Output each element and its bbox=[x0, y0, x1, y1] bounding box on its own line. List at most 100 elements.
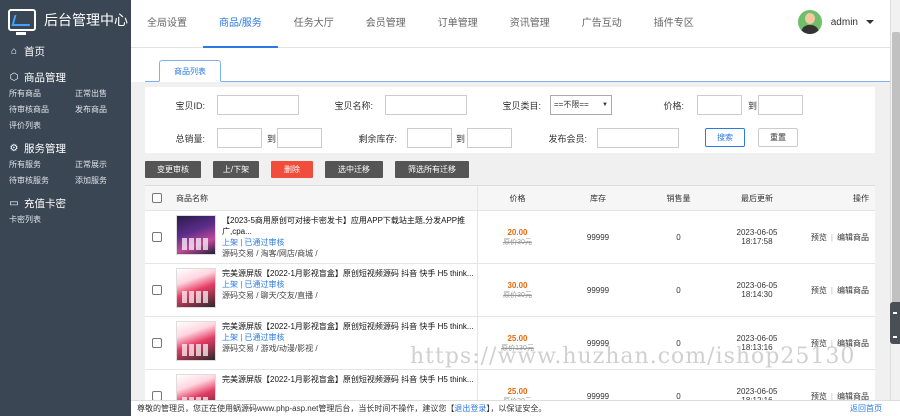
sidebar-link[interactable]: 正常出售 bbox=[75, 88, 135, 99]
product-sales: 0 bbox=[676, 285, 681, 295]
sidebar-section-card[interactable]: ▭ 充值卡密 bbox=[0, 192, 131, 214]
table-header: 商品名称 价格 库存 销售量 最后更新 操作 bbox=[145, 186, 875, 211]
product-title[interactable]: 完美源屏版【2022-1月影视盲盒】原创短视频源码 抖音 快手 H5 think… bbox=[222, 321, 474, 332]
original-price: 原价30元 bbox=[503, 291, 532, 299]
preview-link[interactable]: 预览 bbox=[811, 233, 827, 242]
toggle-shelf-button[interactable]: 上/下架 bbox=[213, 160, 259, 178]
monitor-icon bbox=[8, 9, 36, 35]
filter-label: 宝贝类目: bbox=[502, 101, 541, 111]
table-row: 完美源屏版【2022-1月影视盲盒】原创短视频源码 抖音 快手 H5 think… bbox=[145, 264, 875, 317]
sidebar-section-service[interactable]: ⚙ 服务管理 bbox=[0, 137, 131, 159]
sidebar-link[interactable]: 待审核商品 bbox=[9, 104, 75, 115]
row-checkbox[interactable] bbox=[151, 232, 162, 242]
seller-input[interactable] bbox=[597, 128, 679, 148]
product-thumbnail[interactable] bbox=[176, 268, 216, 308]
home-icon: ⌂ bbox=[10, 45, 18, 57]
goods-id-input[interactable] bbox=[217, 95, 299, 115]
nav-item[interactable]: 订单管理 bbox=[422, 0, 494, 48]
sidebar-section-goods[interactable]: ⬡ 商品管理 bbox=[0, 66, 131, 88]
original-price: 原价130元 bbox=[501, 344, 534, 352]
logout-link[interactable]: 退出登录 bbox=[454, 404, 486, 413]
edit-link[interactable]: 编辑商品 bbox=[837, 286, 869, 295]
product-price: 25.00 bbox=[507, 333, 528, 343]
edit-link[interactable]: 编辑商品 bbox=[837, 339, 869, 348]
nav-item-active[interactable]: 商品/服务 bbox=[203, 0, 278, 48]
nav-item[interactable]: 任务大厅 bbox=[278, 0, 350, 48]
nav-item[interactable]: 资讯管理 bbox=[494, 0, 566, 48]
filter-label: 到 bbox=[747, 101, 757, 111]
bulk-actions: 变更审核 上/下架 删除 选中迁移 筛选所有迁移 bbox=[145, 153, 875, 185]
stock-max-input[interactable] bbox=[467, 128, 512, 148]
reset-button[interactable]: 重置 bbox=[758, 128, 798, 147]
sidebar-link[interactable]: 所有服务 bbox=[9, 159, 75, 170]
sales-min-input[interactable] bbox=[217, 128, 262, 148]
migrate-selected-button[interactable]: 选中迁移 bbox=[325, 160, 383, 178]
sidebar-link[interactable]: 正常展示 bbox=[75, 159, 135, 170]
side-float-tab[interactable] bbox=[890, 302, 900, 344]
product-price: 20.00 bbox=[507, 227, 528, 237]
product-thumbnail[interactable] bbox=[176, 215, 216, 255]
price-min-input[interactable] bbox=[697, 95, 742, 115]
product-status: 上架 | 已通过审核 bbox=[222, 280, 285, 289]
search-button[interactable]: 搜索 bbox=[705, 128, 745, 147]
sidebar-link[interactable]: 卡密列表 bbox=[9, 214, 75, 225]
gear-icon: ⚙ bbox=[9, 142, 19, 154]
sales-max-input[interactable] bbox=[277, 128, 322, 148]
filter-panel: 宝贝ID: 宝贝名称: 宝贝类目: ==不限== 价格: 到 总销量: 到 剩余… bbox=[145, 87, 875, 153]
chevron-down-icon bbox=[866, 20, 874, 24]
migrate-all-button[interactable]: 筛选所有迁移 bbox=[395, 160, 469, 178]
user-menu[interactable]: admin bbox=[797, 10, 874, 34]
product-category: 源码交易 / 聊天/交友/直播 / bbox=[222, 291, 318, 300]
card-icon: ▭ bbox=[9, 197, 19, 209]
sidebar-link[interactable]: 评价列表 bbox=[9, 120, 75, 131]
goods-name-input[interactable] bbox=[385, 95, 467, 115]
delete-button[interactable]: 删除 bbox=[271, 160, 313, 178]
edit-link[interactable]: 编辑商品 bbox=[837, 233, 869, 242]
filter-label: 宝贝ID: bbox=[175, 101, 205, 111]
nav-item[interactable]: 全局设置 bbox=[131, 0, 203, 48]
nav-item[interactable]: 会员管理 bbox=[350, 0, 422, 48]
product-stock: 99999 bbox=[586, 232, 610, 242]
sidebar-link[interactable]: 所有商品 bbox=[9, 88, 75, 99]
product-title[interactable]: 完美源屏版【2022-1月影视盲盒】原创短视频源码 抖音 快手 H5 think… bbox=[222, 268, 474, 279]
top-nav-bar: 全局设置 商品/服务 任务大厅 会员管理 订单管理 资讯管理 广告互动 插件专区… bbox=[131, 0, 890, 48]
product-stock: 99999 bbox=[586, 285, 610, 295]
updated-date: 2023-06-05 bbox=[736, 281, 778, 290]
select-all-checkbox[interactable] bbox=[151, 193, 162, 203]
nav-item[interactable]: 广告互动 bbox=[566, 0, 638, 48]
table-row: 完美源屏版【2022-1月影视盲盒】原创短视频源码 抖音 快手 H5 think… bbox=[145, 317, 875, 370]
col-name: 商品名称 bbox=[168, 186, 478, 210]
col-updated: 最后更新 bbox=[741, 193, 773, 203]
row-checkbox[interactable] bbox=[151, 285, 162, 295]
logo[interactable]: 后台管理中心 bbox=[0, 0, 131, 40]
tab-row: 商品列表 bbox=[131, 48, 890, 82]
product-thumbnail[interactable] bbox=[176, 321, 216, 361]
scrollbar-thumb[interactable] bbox=[892, 32, 900, 316]
sidebar-link[interactable]: 发布商品 bbox=[75, 104, 135, 115]
product-category: 源码交易 / 游戏/动漫/影视 / bbox=[222, 344, 318, 353]
updated-time: 18:17:58 bbox=[741, 237, 773, 246]
product-sales: 0 bbox=[676, 338, 681, 348]
user-name: admin bbox=[830, 16, 858, 28]
product-title[interactable]: 【2023-5商用原创可对接卡密发卡】应用APP下载站主题,分发APP推广,cp… bbox=[222, 215, 477, 237]
product-sales: 0 bbox=[676, 232, 681, 242]
product-title[interactable]: 完美源屏版【2022-1月影视盲盒】原创短视频源码 抖音 快手 H5 think… bbox=[222, 374, 474, 385]
preview-link[interactable]: 预览 bbox=[811, 286, 827, 295]
sidebar-home[interactable]: ⌂ 首页 bbox=[0, 40, 131, 62]
stock-min-input[interactable] bbox=[407, 128, 452, 148]
price-max-input[interactable] bbox=[758, 95, 803, 115]
updated-time: 18:13:16 bbox=[741, 343, 773, 352]
change-review-button[interactable]: 变更审核 bbox=[145, 160, 201, 178]
updated-time: 18:14:30 bbox=[741, 290, 773, 299]
preview-link[interactable]: 预览 bbox=[811, 339, 827, 348]
row-checkbox[interactable] bbox=[151, 338, 162, 348]
sidebar-link[interactable]: 添加服务 bbox=[75, 175, 135, 186]
filter-label: 总销量: bbox=[175, 134, 205, 144]
col-stock: 库存 bbox=[590, 193, 606, 203]
nav-item[interactable]: 插件专区 bbox=[638, 0, 710, 48]
tab-goods-list[interactable]: 商品列表 bbox=[159, 60, 221, 82]
goods-table: 商品名称 价格 库存 销售量 最后更新 操作 【2023-5商用原创可对接卡密发… bbox=[145, 185, 875, 416]
category-select[interactable]: ==不限== bbox=[550, 95, 612, 115]
back-home-link[interactable]: 返回首页 bbox=[850, 401, 882, 416]
sidebar-link[interactable]: 待审核服务 bbox=[9, 175, 75, 186]
